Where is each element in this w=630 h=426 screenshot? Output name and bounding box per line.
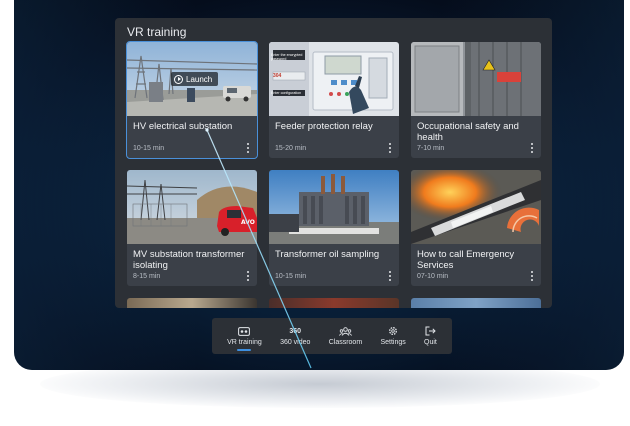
relay-note: Enter configuration bbox=[271, 91, 302, 95]
nav-360-video[interactable]: 360 360 video bbox=[280, 321, 310, 351]
course-card-safety[interactable]: Occupational safety and health 7-10 min bbox=[411, 42, 541, 158]
nav-label: VR training bbox=[227, 338, 262, 346]
course-duration: 15-20 min bbox=[275, 145, 307, 152]
panel-title: VR training bbox=[127, 25, 187, 39]
course-title: Feeder protection relay bbox=[275, 121, 373, 132]
course-card-emergency[interactable]: How to call Emergency Services 07-10 min bbox=[411, 170, 541, 286]
launch-label: Launch bbox=[186, 74, 213, 84]
mv-substation-thumbnail: AVO bbox=[127, 170, 257, 244]
burning-cable-thumbnail bbox=[411, 170, 541, 244]
more-options-icon[interactable] bbox=[245, 271, 251, 281]
exit-icon bbox=[425, 326, 436, 336]
nav-label: Classroom bbox=[328, 338, 363, 346]
course-card-partial[interactable] bbox=[411, 298, 541, 308]
nav-settings[interactable]: Settings bbox=[380, 321, 406, 351]
course-duration: 8-15 min bbox=[133, 273, 161, 280]
electrical-cabinet-thumbnail bbox=[411, 42, 541, 116]
course-title: How to call Emergency Services bbox=[417, 249, 515, 271]
classroom-icon bbox=[338, 326, 352, 336]
360-icon: 360 bbox=[289, 327, 302, 335]
course-duration: 10-15 min bbox=[133, 145, 165, 152]
protection-relay-thumbnail: Enter the encrypted password 304 Enter c… bbox=[269, 42, 399, 116]
more-options-icon[interactable] bbox=[387, 271, 393, 281]
relay-code: 304 bbox=[273, 73, 282, 79]
relay-prompt: Enter the encrypted password bbox=[271, 53, 303, 61]
hv-substation-thumbnail: Launch bbox=[127, 42, 257, 116]
course-title: HV electrical substation bbox=[133, 121, 233, 132]
transformer-thumbnail bbox=[269, 170, 399, 244]
vr-viewport: VR training Launch HV electrical substat… bbox=[14, 0, 624, 370]
course-card-mv-substation[interactable]: AVO MV substation transformer isolating … bbox=[127, 170, 257, 286]
nav-label: 360 video bbox=[280, 338, 311, 346]
course-duration: 10-15 min bbox=[275, 273, 307, 280]
course-duration: 7-10 min bbox=[417, 145, 445, 152]
course-title: Transformer oil sampling bbox=[275, 249, 380, 260]
course-card-hv-substation[interactable]: Launch HV electrical substation 10-15 mi… bbox=[126, 41, 258, 159]
launch-button[interactable]: Launch bbox=[171, 72, 219, 86]
course-card-partial[interactable] bbox=[127, 298, 257, 308]
gear-icon bbox=[389, 327, 398, 335]
nav-label: Quit bbox=[424, 339, 437, 346]
vr-training-panel: VR training Launch HV electrical substat… bbox=[115, 18, 552, 308]
nav-vr-training[interactable]: VR training bbox=[227, 321, 262, 351]
course-card-feeder-relay[interactable]: Enter the encrypted password 304 Enter c… bbox=[269, 42, 399, 158]
nav-quit[interactable]: Quit bbox=[424, 321, 437, 351]
course-title: Occupational safety and health bbox=[417, 121, 519, 143]
vr-headset-icon bbox=[238, 326, 251, 336]
more-options-icon[interactable] bbox=[387, 143, 393, 153]
nav-label: Settings bbox=[380, 339, 406, 346]
course-card-oil-sampling[interactable]: Transformer oil sampling 10-15 min bbox=[269, 170, 399, 286]
course-duration: 07-10 min bbox=[417, 273, 449, 280]
more-options-icon[interactable] bbox=[529, 143, 535, 153]
bottom-navigation: VR training 360 360 video Classroom Sett… bbox=[212, 318, 452, 354]
svg-text:AVO: AVO bbox=[241, 219, 255, 226]
nav-classroom[interactable]: Classroom bbox=[329, 321, 362, 351]
more-options-icon[interactable] bbox=[529, 271, 535, 281]
course-title: MV substation transformer isolating bbox=[133, 249, 245, 271]
play-icon bbox=[174, 74, 183, 84]
more-options-icon[interactable] bbox=[245, 143, 251, 153]
course-card-partial[interactable] bbox=[269, 298, 399, 308]
